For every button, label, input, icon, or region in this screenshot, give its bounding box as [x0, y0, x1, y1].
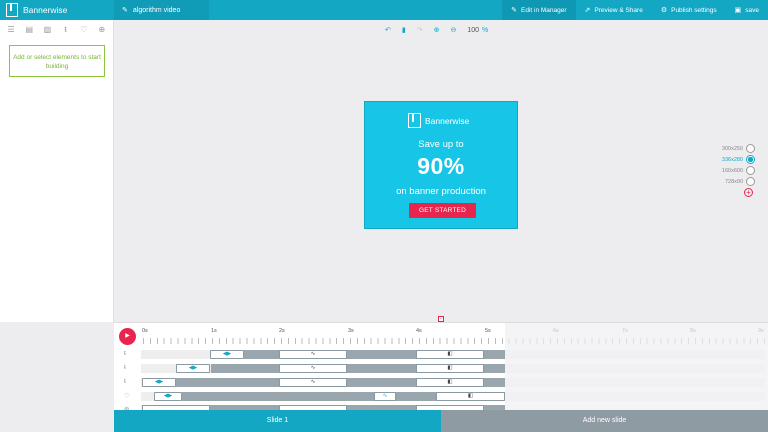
banner-canvas[interactable]: Bannerwise Save up to 90% on banner prod…: [364, 101, 518, 229]
size-label: 336x280: [721, 156, 743, 163]
top-actions: ✎ Edit in Manager ⇗ Preview & Share ⚙ Pu…: [502, 0, 768, 20]
size-label: 160x600: [721, 167, 743, 174]
component-icon[interactable]: ⊕: [97, 25, 107, 35]
external-link-icon: ⇗: [584, 7, 591, 14]
radio-button[interactable]: [746, 144, 755, 153]
size-label: 300x250: [721, 145, 743, 152]
image-icon[interactable]: ▨: [42, 25, 52, 35]
zoom-out-icon[interactable]: ⊖: [450, 26, 456, 34]
redo-icon[interactable]: ↷: [417, 26, 423, 34]
file-icon[interactable]: ▤: [24, 25, 34, 35]
tick-label: 0s: [142, 328, 148, 334]
edit-in-manager-label: Edit in Manager: [521, 6, 567, 14]
save-label: save: [745, 6, 759, 14]
banner-logo: Bannerwise: [408, 112, 470, 128]
banner-subline: on banner production: [396, 186, 486, 197]
layers-icon[interactable]: ☰: [6, 25, 16, 35]
trash-icon[interactable]: ▮: [402, 26, 406, 34]
banner-cta-button[interactable]: GET STARTED: [409, 203, 476, 218]
size-option-160x600[interactable]: 160x600: [721, 165, 755, 176]
tick-label: 5s: [485, 328, 491, 334]
keyframe-out[interactable]: ◧: [436, 392, 505, 401]
element-toolbar: ☰ ▤ ▨ ŧ ♡ ⊕: [0, 20, 113, 40]
canvas-toolbar: ↶ ▮ ↷ ⊕ ⊖ 100 %: [385, 26, 488, 35]
undo-icon[interactable]: ↶: [385, 26, 391, 34]
tick-label: 2s: [279, 328, 285, 334]
keyframe-out[interactable]: ◧: [416, 378, 484, 387]
text-icon: ŧ: [124, 364, 126, 371]
text-icon: ŧ: [124, 350, 126, 357]
keyframe-out[interactable]: ◧: [416, 364, 484, 373]
size-label: 728x90: [724, 178, 743, 185]
tick-label: 3s: [348, 328, 354, 334]
size-option-336x280[interactable]: 336x280: [721, 154, 755, 165]
timeline-inactive-overlay: [505, 323, 768, 411]
preview-share-button[interactable]: ⇗ Preview & Share: [576, 0, 652, 20]
keyframe-middle[interactable]: ∿: [279, 350, 347, 359]
add-new-slide-button[interactable]: Add new slide: [441, 410, 768, 432]
keyframe-middle[interactable]: ∿: [374, 392, 396, 401]
shape-icon[interactable]: ♡: [79, 25, 89, 35]
save-button[interactable]: ▣ save: [726, 0, 768, 20]
keyframe-middle[interactable]: ∿: [279, 378, 347, 387]
shape-icon: ♡: [124, 393, 130, 400]
app-logo[interactable]: Bannerwise: [0, 0, 114, 20]
radio-button[interactable]: [746, 177, 755, 186]
banner-headline: Save up to: [418, 139, 464, 150]
bannerwise-logo-icon: [6, 2, 18, 17]
publish-settings-button[interactable]: ⚙ Publish settings: [652, 0, 726, 20]
keyframe-in[interactable]: ◀▶: [210, 350, 244, 359]
radio-button[interactable]: [746, 166, 755, 175]
keyframe-in[interactable]: ◀▶: [142, 378, 176, 387]
preview-share-label: Preview & Share: [594, 6, 643, 14]
play-button[interactable]: ▶: [119, 328, 136, 345]
slide-tab-1[interactable]: Slide 1: [114, 410, 441, 432]
zoom-unit[interactable]: %: [482, 27, 488, 34]
empty-state-hint: Add or select elements to start building: [9, 45, 105, 77]
timeline: ▶ 0s 1s 2s 3s 4s 5s 6s 7s 8s 9s ŧ ◀▶ ∿ ◧…: [114, 322, 768, 413]
publish-settings-label: Publish settings: [671, 6, 717, 14]
keyframe-out[interactable]: ◧: [416, 350, 484, 359]
add-size-icon[interactable]: +: [744, 188, 753, 197]
text-icon[interactable]: ŧ: [61, 25, 71, 35]
floppy-icon: ▣: [734, 7, 742, 14]
gear-icon: ⚙: [660, 7, 668, 14]
left-panel: ☰ ▤ ▨ ŧ ♡ ⊕ Add or select elements to st…: [0, 20, 114, 322]
size-selector: 300x250 336x280 160x600 728x90 +: [721, 143, 755, 197]
size-option-300x250[interactable]: 300x250: [721, 143, 755, 154]
keyframe-middle[interactable]: ∿: [279, 364, 347, 373]
top-bar: Bannerwise ✎ algorithm video ✎ Edit in M…: [0, 0, 768, 20]
bannerwise-logo-icon: [408, 112, 421, 128]
zoom-in-icon[interactable]: ⊕: [434, 26, 440, 34]
project-name: algorithm video: [132, 6, 181, 14]
banner-percentage: 90%: [417, 153, 465, 179]
zoom-level: 100: [467, 26, 480, 34]
tick-label: 4s: [416, 328, 422, 334]
edit-in-manager-button[interactable]: ✎ Edit in Manager: [502, 0, 576, 20]
size-option-728x90[interactable]: 728x90: [721, 176, 755, 187]
tick-label: 1s: [211, 328, 217, 334]
pencil-icon: ✎: [511, 7, 517, 14]
banner-brand: Bannerwise: [425, 115, 470, 126]
text-icon: ŧ: [124, 378, 126, 385]
app-brand: Bannerwise: [23, 5, 68, 15]
pencil-icon: ✎: [122, 7, 128, 14]
keyframe-in[interactable]: ◀▶: [176, 364, 210, 373]
keyframe-in[interactable]: ◀▶: [154, 392, 182, 401]
radio-button[interactable]: [746, 155, 755, 164]
project-name-field[interactable]: ✎ algorithm video: [114, 0, 209, 20]
